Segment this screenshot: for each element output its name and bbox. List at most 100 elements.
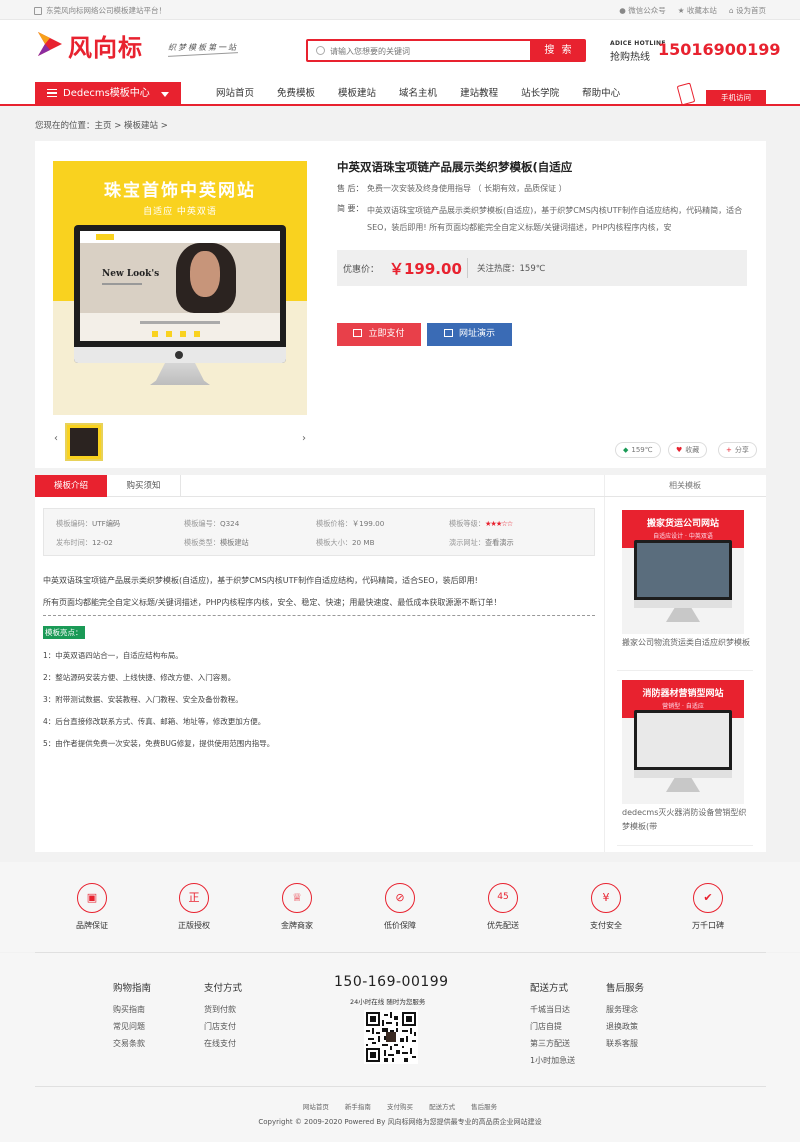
price-value: ￥199.00	[389, 260, 462, 278]
spec-date: 发布时间：12-02	[56, 538, 113, 547]
footer-bottom-link[interactable]: 配送方式	[429, 1103, 455, 1111]
spec-type: 模板类型：模板建站	[184, 538, 249, 547]
share-chip[interactable]: + 分享	[718, 442, 757, 458]
price-label: 优惠价：	[343, 265, 380, 275]
footer-phone: 150-169-00199	[334, 974, 449, 990]
spec-size: 模板大小：20 MB	[316, 538, 375, 547]
spec-table: 模板编码：UTF编码 模板编号：Q324 模板价格：￥199.00 模板等级：★…	[43, 508, 595, 556]
logo-icon[interactable]	[36, 28, 64, 60]
qr-code	[364, 1010, 418, 1064]
spec-level: 模板等级：★★★☆☆	[449, 519, 513, 528]
footer-link[interactable]: 在线支付	[204, 1035, 242, 1052]
spec-number: 模板编号：Q324	[184, 519, 240, 528]
plus-icon: +	[726, 446, 732, 454]
related-card-image[interactable]: 消防器材营销型网站 营销型 · 自适应	[622, 680, 744, 804]
copyright: Copyright © 2009-2020 Powered By 风向标网络为您…	[258, 1118, 542, 1126]
mobile-access-button[interactable]: 手机访问	[706, 90, 766, 106]
thumb-next-arrow[interactable]: ›	[302, 433, 306, 444]
tab-intro[interactable]: 模板介绍	[35, 475, 107, 497]
nav-item-help[interactable]: 帮助中心	[582, 82, 620, 106]
breadcrumb[interactable]: 您现在的位置：主页 > 模板建站 >	[35, 119, 168, 131]
product-summary: 中英双语珠宝项链产品展示类织梦模板(自适应)，基于织梦CMS内核UTF制作自适应…	[367, 206, 743, 232]
spec-encoding: 模板编码：UTF编码	[56, 519, 121, 528]
site-icon	[34, 6, 42, 15]
views-chip[interactable]: ◆ 159℃	[615, 442, 661, 458]
delivery-icon: 45	[488, 883, 518, 913]
edit-icon	[443, 329, 453, 337]
spec-demo: 演示网址：查看演示	[449, 538, 514, 547]
search-input[interactable]	[330, 45, 520, 57]
search-button[interactable]: 搜 索	[532, 39, 586, 62]
nav-item-home[interactable]: 网站首页	[216, 82, 254, 106]
set-home-link[interactable]: ⌂ 设为首页	[729, 5, 766, 16]
footer-link[interactable]: 服务理念	[606, 1001, 644, 1018]
after-sales-row: 售 后： 免费一次安装及终身使用指导 （ 长期有效，品质保证 ）	[337, 184, 567, 193]
summary-label: 简 要：	[337, 204, 364, 213]
nav-item-domain-host[interactable]: 域名主机	[399, 82, 437, 106]
heart-icon: ♥	[676, 446, 683, 454]
feature-item: ▣ 品牌保证	[62, 883, 122, 931]
highlight-point: 4：后台直接修改联系方式、传真、邮箱、地址等，修改更加方便。	[43, 717, 266, 726]
screen-heading: New Look's	[102, 269, 160, 279]
hotline-label: 抢购热线	[610, 52, 650, 63]
wechat-link[interactable]: ● 微信公众号	[619, 5, 665, 16]
footer-link[interactable]: 门店自提	[530, 1018, 575, 1035]
spec-price: 模板价格：￥199.00	[316, 519, 385, 528]
thumb-prev-arrow[interactable]: ‹	[54, 433, 58, 444]
feature-item: ⊘ 低价保障	[370, 883, 430, 931]
image-subtitle: 自适应 中英双语	[143, 207, 217, 217]
footer-link[interactable]: 第三方配送	[530, 1035, 575, 1052]
favorite-chip[interactable]: ♥ 收藏	[668, 442, 708, 458]
dashed-divider	[43, 615, 595, 616]
nav-item-academy[interactable]: 站长学院	[521, 82, 559, 106]
slogan: 织梦模板第一站	[168, 43, 238, 52]
image-title: 珠宝首饰中英网站	[104, 181, 256, 201]
footer-col-delivery: 配送方式 千城当日达 门店自提 第三方配送 1小时加急送	[530, 980, 575, 1069]
yen-icon: ¥	[591, 883, 621, 913]
footer-link[interactable]: 购买指南	[113, 1001, 151, 1018]
related-card-caption[interactable]: dedecms灭火器消防设备营销型织梦模板(带	[622, 806, 750, 834]
footer-link[interactable]: 联系客服	[606, 1035, 644, 1052]
monitor-illustration: New Look's	[74, 225, 286, 363]
product-thumbnail[interactable]	[65, 423, 103, 461]
related-card-caption[interactable]: 搬家公司物流货运类自适应织梦模板	[622, 636, 750, 650]
eye-icon: ◆	[623, 446, 629, 454]
footer-link[interactable]: 1小时加急送	[530, 1052, 575, 1069]
highlight-point: 3：附带测试数据、安装教程、入门教程、安全及备份教程。	[43, 695, 243, 704]
footer-link[interactable]: 常见问题	[113, 1018, 151, 1035]
category-menu-button[interactable]: Dedecms模板中心	[35, 82, 181, 106]
thumbs-up-icon: ✔	[693, 883, 723, 913]
chevron-down-icon	[161, 92, 169, 97]
search-box	[306, 39, 532, 62]
tab-purchase-notice[interactable]: 购买须知	[107, 475, 181, 497]
highlight-heading: 模板亮点：	[43, 626, 85, 639]
product-main-image[interactable]: 珠宝首饰中英网站 自适应 中英双语 New Look's	[53, 161, 307, 415]
logo-text[interactable]: 风向标	[68, 28, 143, 63]
buy-now-button[interactable]: 立即支付	[337, 323, 421, 346]
nav-item-template-build[interactable]: 模板建站	[338, 82, 376, 106]
nav-item-free-templates[interactable]: 免费模板	[277, 82, 315, 106]
footer-bottom-link[interactable]: 售后服务	[471, 1103, 497, 1111]
trophy-icon: ♕	[282, 883, 312, 913]
feature-item: 45 优先配送	[473, 883, 533, 931]
related-card-image[interactable]: 搬家货运公司网站 自适应设计 · 中英双语	[622, 510, 744, 634]
footer-link[interactable]: 门店支付	[204, 1018, 242, 1035]
nav-item-tutorials[interactable]: 建站教程	[460, 82, 498, 106]
favorite-link[interactable]: ★ 收藏本站	[678, 5, 717, 16]
footer-bottom-link[interactable]: 网站首页	[303, 1103, 329, 1111]
feature-item: ¥ 支付安全	[576, 883, 636, 931]
footer-link[interactable]: 货到付款	[204, 1001, 242, 1018]
footer-bottom-link[interactable]: 新手指南	[345, 1103, 371, 1111]
feature-item: ✔ 万千口碑	[678, 883, 738, 931]
apple-logo-icon	[175, 351, 183, 359]
footer-link[interactable]: 退换政策	[606, 1018, 644, 1035]
demo-link[interactable]: 查看演示	[485, 538, 514, 547]
sidebar-divider	[617, 670, 753, 671]
demo-button[interactable]: 网址演示	[427, 323, 512, 346]
footer-link[interactable]: 千城当日达	[530, 1001, 575, 1018]
footer-divider	[35, 1086, 766, 1087]
feature-item: 正正版授权	[164, 883, 224, 931]
footer-bottom-link[interactable]: 支付购买	[387, 1103, 413, 1111]
footer-bottom-links: 网站首页 新手指南 支付购买 配送方式 售后服务	[0, 1101, 800, 1111]
footer-link[interactable]: 交易条款	[113, 1035, 151, 1052]
